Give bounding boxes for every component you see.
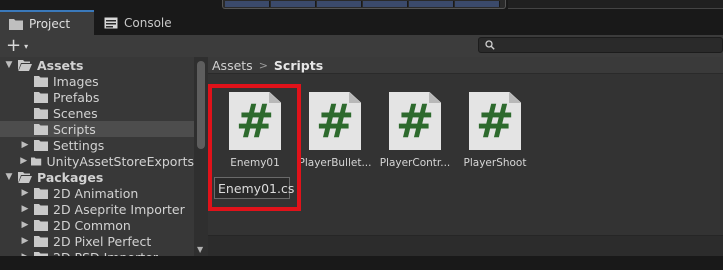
- collapse-arrow-icon[interactable]: ▶: [20, 236, 30, 246]
- expand-arrow-icon[interactable]: ▼: [4, 172, 14, 182]
- folder-open-icon: [18, 171, 32, 183]
- toolbar-segment[interactable]: [409, 1, 454, 7]
- tree-item-label: Scenes: [53, 105, 98, 121]
- folder-icon: [34, 107, 48, 119]
- folder-icon: [34, 203, 48, 215]
- search-icon: [485, 40, 495, 50]
- tree-item-label: 2D Aseprite Importer: [53, 201, 185, 217]
- panel-tab-bar: Project Console: [0, 10, 723, 36]
- hash-glyph: #: [315, 94, 355, 148]
- project-toolbar: + ▾: [0, 35, 723, 58]
- play-controls-group[interactable]: [222, 0, 506, 9]
- folder-icon: [34, 91, 48, 103]
- tree-item-label: 2D Animation: [53, 185, 139, 201]
- asset-name: Enemy01: [230, 157, 280, 169]
- csharp-script-icon: #: [309, 92, 361, 150]
- breadcrumb: Assets > Scripts: [208, 57, 723, 74]
- tree-item-label: 2D Pixel Perfect: [53, 233, 152, 249]
- plus-icon: +: [6, 35, 22, 56]
- csharp-script-icon: #: [389, 92, 441, 150]
- folder-icon: [9, 18, 23, 30]
- folder-icon: [34, 75, 48, 87]
- tree-item-label: Packages: [37, 169, 104, 185]
- collapse-arrow-icon[interactable]: ▶: [20, 156, 27, 166]
- tab-label: Project: [29, 16, 71, 31]
- bottom-bar: [0, 256, 723, 270]
- asset-grid-panel: Assets > Scripts # Enemy01 # PlayerBullet..…: [208, 57, 723, 256]
- tree-item-label: Scripts: [53, 121, 96, 137]
- tree-item-label: Images: [53, 73, 99, 89]
- toolbar-right-area: [508, 0, 723, 9]
- folder-icon: [34, 123, 48, 135]
- asset-tile-playercontr[interactable]: # PlayerContr...: [376, 92, 454, 169]
- folder-icon: [31, 156, 42, 166]
- toolbar-segment[interactable]: [363, 1, 408, 7]
- tree-item-label: Prefabs: [53, 89, 100, 105]
- asset-name: PlayerShoot: [463, 157, 527, 169]
- folder-tree: ▼ Assets Images Prefabs Scenes Scripts ▶ Settin…: [0, 57, 194, 256]
- asset-tile-playershoot[interactable]: # PlayerShoot: [456, 92, 534, 169]
- toolbar-segment[interactable]: [225, 1, 270, 7]
- tree-item-label: UnityAssetStoreExports: [46, 153, 194, 169]
- breadcrumb-root[interactable]: Assets: [212, 58, 253, 73]
- tree-item-assets[interactable]: ▼ Assets: [0, 57, 194, 73]
- tab-project[interactable]: Project: [0, 10, 94, 35]
- folder-icon: [34, 187, 48, 199]
- toolbar-segment[interactable]: [317, 1, 362, 7]
- collapse-arrow-icon[interactable]: ▶: [20, 188, 30, 198]
- tab-console[interactable]: Console: [95, 10, 185, 35]
- breadcrumb-current[interactable]: Scripts: [274, 58, 323, 73]
- tree-item-unityassetstoreexports[interactable]: ▶ UnityAssetStoreExports: [0, 153, 194, 169]
- tree-item-images[interactable]: Images: [0, 73, 194, 89]
- tree-item-label: Settings: [53, 137, 105, 153]
- tree-item-scenes[interactable]: Scenes: [0, 105, 194, 121]
- folder-icon: [34, 219, 48, 231]
- csharp-script-icon: #: [469, 92, 521, 150]
- toolbar-segment[interactable]: [455, 1, 500, 7]
- content-footer-bar: [208, 235, 723, 256]
- tree-item-settings[interactable]: ▶ Settings: [0, 137, 194, 153]
- folder-open-icon: [18, 59, 32, 71]
- top-toolbar-strip: [0, 0, 723, 10]
- collapse-arrow-icon[interactable]: ▶: [20, 220, 30, 230]
- console-icon: [104, 17, 118, 28]
- folder-icon: [34, 139, 48, 151]
- breadcrumb-separator: >: [258, 58, 268, 72]
- tree-item-2d-aseprite-importer[interactable]: ▶ 2D Aseprite Importer: [0, 201, 194, 217]
- tree-scrollbar[interactable]: ▼: [194, 57, 208, 256]
- scrollbar-thumb[interactable]: [197, 61, 205, 149]
- rename-field[interactable]: Enemy01.cs: [214, 177, 294, 199]
- csharp-script-icon: #: [229, 92, 281, 150]
- hash-glyph: #: [235, 94, 275, 148]
- asset-name: PlayerBullet...: [298, 157, 372, 169]
- search-input[interactable]: [478, 37, 723, 53]
- scroll-down-icon[interactable]: ▼: [197, 245, 203, 254]
- collapse-arrow-icon[interactable]: ▶: [20, 140, 30, 150]
- tree-item-prefabs[interactable]: Prefabs: [0, 89, 194, 105]
- toolbar-segment[interactable]: [271, 1, 316, 7]
- asset-tile-enemy01[interactable]: # Enemy01: [216, 92, 294, 169]
- tree-item-label: 2D Common: [53, 217, 131, 233]
- chevron-down-icon: ▾: [24, 41, 29, 51]
- create-asset-button[interactable]: + ▾: [4, 36, 36, 56]
- tree-item-label: Assets: [37, 57, 84, 73]
- asset-tile-playerbullet[interactable]: # PlayerBullet...: [296, 92, 374, 169]
- tree-item-scripts[interactable]: Scripts: [0, 121, 194, 137]
- tree-item-2d-common[interactable]: ▶ 2D Common: [0, 217, 194, 233]
- hash-glyph: #: [395, 94, 435, 148]
- collapse-arrow-icon[interactable]: ▶: [20, 204, 30, 214]
- tab-label: Console: [124, 15, 172, 30]
- hash-glyph: #: [475, 94, 515, 148]
- tree-item-packages[interactable]: ▼ Packages: [0, 169, 194, 185]
- expand-arrow-icon[interactable]: ▼: [4, 60, 14, 70]
- tree-item-2d-psd-importer[interactable]: ▶2D PSD Importer: [0, 249, 194, 256]
- tree-item-2d-animation[interactable]: ▶ 2D Animation: [0, 185, 194, 201]
- asset-name: PlayerContr...: [379, 157, 451, 169]
- folder-icon: [34, 235, 48, 247]
- tree-item-2d-pixel-perfect[interactable]: ▶ 2D Pixel Perfect: [0, 233, 194, 249]
